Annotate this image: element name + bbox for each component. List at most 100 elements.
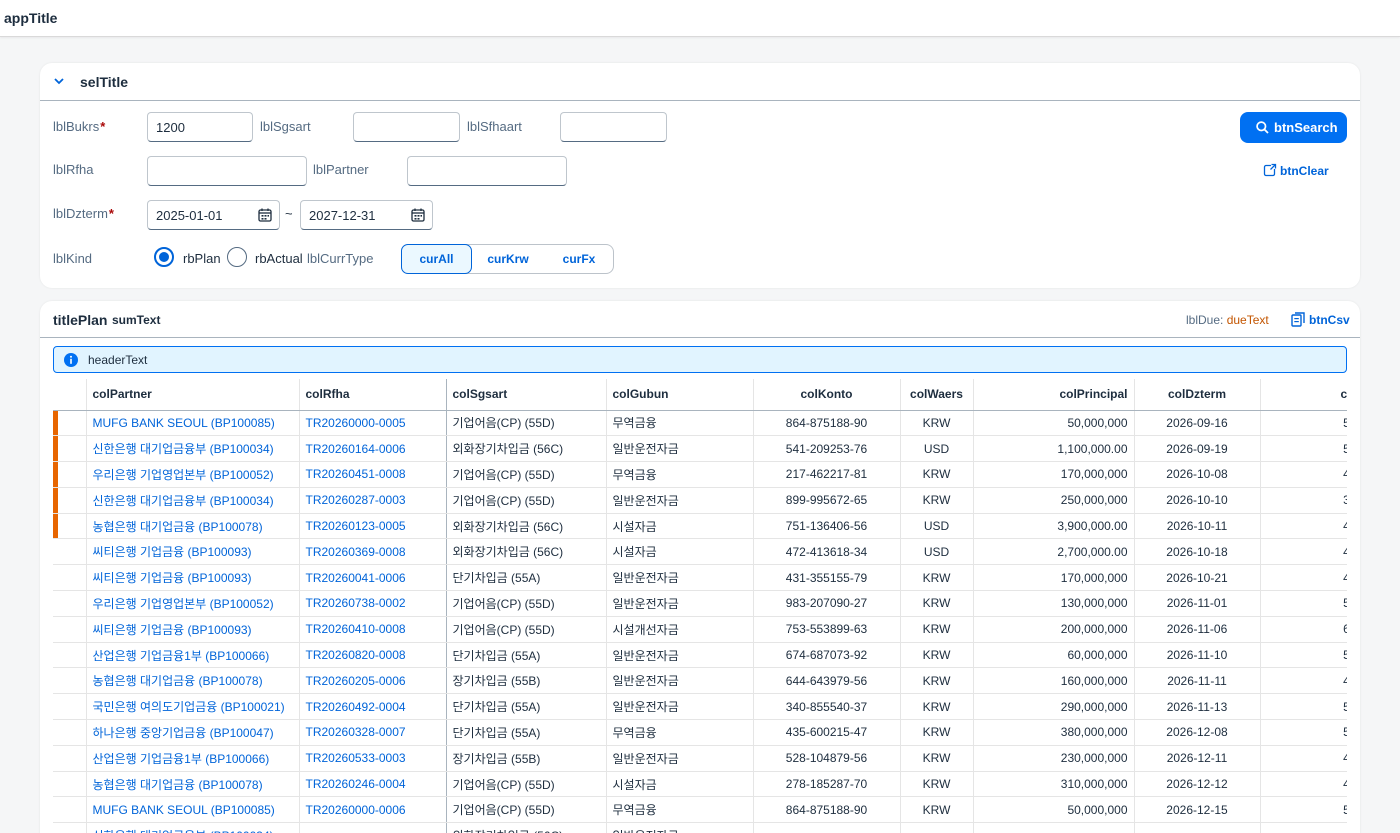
partner-link[interactable]: 우리은행 기업영업본부 (BP100052): [86, 461, 300, 488]
table-row[interactable]: 씨티은행 기업금융 (BP100093) TR20260041-0006 단기차입금…: [53, 564, 1347, 592]
row-marker: [53, 667, 87, 695]
partner-link[interactable]: MUFG BANK SEOUL (BP100085): [86, 796, 300, 824]
sgsart-field[interactable]: [353, 112, 460, 142]
table-row[interactable]: 농협은행 대기업금융 (BP100078) TR20260123-0005 외화장기…: [53, 513, 1347, 540]
column-header[interactable]: colWaers: [900, 379, 974, 411]
clear-button[interactable]: btnClear: [1261, 159, 1347, 183]
rate-cell: 4.77: [1260, 667, 1347, 695]
segment-cur-krw[interactable]: curKrw: [472, 245, 544, 273]
dzterm-cell: 2026-11-01: [1134, 590, 1261, 617]
radio-plan[interactable]: [154, 247, 174, 267]
rfha-link[interactable]: TR20260041-0006: [299, 564, 447, 592]
rfha-link[interactable]: TR20260287-0003: [299, 487, 447, 514]
rfha-link[interactable]: TR20260451-0008: [299, 461, 447, 488]
rfha-link[interactable]: TR20260820-0008: [299, 642, 447, 669]
partner-link[interactable]: 하나은행 중앙기업금융 (BP100047): [86, 719, 300, 746]
column-header[interactable]: colR: [1260, 379, 1347, 411]
partner-link[interactable]: 농협은행 대기업금융 (BP100078): [86, 667, 300, 695]
result-table: colPartner colRfha colSgsart colGubun co…: [53, 379, 1347, 833]
partner-link[interactable]: 산업은행 기업금융1부 (BP100066): [86, 745, 300, 772]
rfha-link[interactable]: TR20260123-0005: [299, 513, 447, 540]
radio-actual[interactable]: [227, 247, 247, 267]
table-row[interactable]: 산업은행 기업금융1부 (BP100066) TR20260820-0008 단기차…: [53, 642, 1347, 669]
column-header[interactable]: colKonto: [753, 379, 901, 411]
rate-cell: 4.38: [1260, 745, 1347, 772]
rfha-link[interactable]: TR20260533-0003: [299, 745, 447, 772]
partner-field[interactable]: [407, 156, 567, 186]
rfha-link[interactable]: TR20260410-0008: [299, 616, 447, 643]
search-button[interactable]: btnSearch: [1240, 112, 1347, 143]
dzterm-from-field[interactable]: 2025-01-01: [147, 200, 280, 230]
rfha-link[interactable]: TR20260492-0004: [299, 693, 447, 721]
partner-link[interactable]: 국민은행 여의도기업금융 (BP100021): [86, 693, 300, 721]
clear-button-label: btnClear: [1280, 164, 1329, 178]
rfha-link[interactable]: TR20260738-0002: [299, 590, 447, 617]
table-row[interactable]: 산업은행 기업금융1부 (BP100066) TR20260533-0003 장기차…: [53, 745, 1347, 772]
table-row[interactable]: MUFG BANK SEOUL (BP100085) TR20260000-000…: [53, 410, 1347, 437]
sgsart-cell: 기업어음(CP) (55D): [446, 461, 607, 488]
table-row[interactable]: 씨티은행 기업금융 (BP100093) TR20260369-0008 외화장기차…: [53, 538, 1347, 566]
partner-link[interactable]: 씨티은행 기업금융 (BP100093): [86, 538, 300, 566]
table-row[interactable]: 농협은행 대기업금융 (BP100078) TR20260246-0004 기업어음…: [53, 771, 1347, 798]
rfha-link[interactable]: TR20260369-0008: [299, 538, 447, 566]
table-row[interactable]: 국민은행 여의도기업금융 (BP100021) TR20260492-0004 단기…: [53, 693, 1347, 721]
table-row[interactable]: 우리은행 기업영업본부 (BP100052) TR20260451-0008 기업어…: [53, 461, 1347, 488]
partner-link[interactable]: 씨티은행 기업금융 (BP100093): [86, 564, 300, 592]
table-row[interactable]: 농협은행 대기업금융 (BP100078) TR20260205-0006 장기차입…: [53, 667, 1347, 695]
column-header[interactable]: colDzterm: [1134, 379, 1261, 411]
partner-link[interactable]: 신한은행 대기업금융부 (BP100034): [86, 822, 300, 833]
rfha-link[interactable]: [299, 822, 447, 833]
table-row[interactable]: 우리은행 기업영업본부 (BP100052) TR20260738-0002 기업어…: [53, 590, 1347, 617]
radio-plan-label[interactable]: rbPlan: [183, 251, 221, 266]
rate-cell: 4.32: [1260, 538, 1347, 566]
partner-link[interactable]: MUFG BANK SEOUL (BP100085): [86, 410, 300, 437]
selection-panel-header[interactable]: selTitle: [40, 63, 1360, 101]
rfha-field[interactable]: [147, 156, 307, 186]
due-label: lblDue:: [1186, 313, 1224, 327]
rfha-link[interactable]: TR20260000-0005: [299, 410, 447, 437]
row-marker: [53, 564, 87, 592]
column-header[interactable]: colGubun: [606, 379, 754, 411]
partner-link[interactable]: 우리은행 기업영업본부 (BP100052): [86, 590, 300, 617]
table-row[interactable]: 씨티은행 기업금융 (BP100093) TR20260410-0008 기업어음(…: [53, 616, 1347, 643]
column-header[interactable]: colPrincipal: [973, 379, 1135, 411]
konto-cell: [753, 822, 901, 833]
table-row[interactable]: 하나은행 중앙기업금융 (BP100047) TR20260328-0007 단기차…: [53, 719, 1347, 746]
table-row[interactable]: MUFG BANK SEOUL (BP100085) TR20260000-000…: [53, 796, 1347, 824]
column-header[interactable]: colRfha: [299, 379, 447, 411]
table-row[interactable]: 신한은행 대기업금융부 (BP100034) 외화장기차입금 (56C)일반운전자…: [53, 822, 1347, 833]
sfhaart-field[interactable]: [560, 112, 667, 142]
radio-actual-label[interactable]: rbActual: [255, 251, 303, 266]
konto-cell: 541-209253-76: [753, 435, 901, 463]
rfha-link[interactable]: TR20260205-0006: [299, 667, 447, 695]
rfha-link[interactable]: TR20260328-0007: [299, 719, 447, 746]
dzterm-cell: 2026-11-06: [1134, 616, 1261, 643]
rfha-link[interactable]: TR20260000-0006: [299, 796, 447, 824]
partner-link[interactable]: 씨티은행 기업금융 (BP100093): [86, 616, 300, 643]
partner-link[interactable]: 농협은행 대기업금융 (BP100078): [86, 771, 300, 798]
chevron-down-icon[interactable]: [52, 74, 66, 88]
bukrs-field[interactable]: 1200: [147, 112, 253, 142]
partner-link[interactable]: 농협은행 대기업금융 (BP100078): [86, 513, 300, 540]
table-row[interactable]: 신한은행 대기업금융부 (BP100034) TR20260287-0003 기업어…: [53, 487, 1347, 514]
partner-link[interactable]: 산업은행 기업금융1부 (BP100066): [86, 642, 300, 669]
rfha-link[interactable]: TR20260164-0006: [299, 435, 447, 463]
partner-link[interactable]: 신한은행 대기업금융부 (BP100034): [86, 487, 300, 514]
waers-cell: KRW: [900, 771, 974, 798]
dzterm-cell: 2026-12-08: [1134, 719, 1261, 746]
calendar-icon[interactable]: [410, 207, 426, 223]
waers-cell: USD: [900, 513, 974, 540]
segment-cur-fx[interactable]: curFx: [544, 245, 614, 273]
search-icon: [1256, 121, 1269, 134]
dzterm-to-field[interactable]: 2027-12-31: [300, 200, 433, 230]
partner-link[interactable]: 신한은행 대기업금융부 (BP100034): [86, 435, 300, 463]
dzterm-cell: 2026-10-21: [1134, 564, 1261, 592]
app-title: appTitle: [4, 10, 58, 26]
column-header[interactable]: colSgsart: [446, 379, 607, 411]
column-header[interactable]: colPartner: [86, 379, 300, 411]
result-sum: sumText: [112, 313, 161, 327]
calendar-icon[interactable]: [257, 207, 273, 223]
segment-cur-all[interactable]: curAll: [401, 244, 472, 274]
table-row[interactable]: 신한은행 대기업금융부 (BP100034) TR20260164-0006 외화장…: [53, 435, 1347, 463]
rfha-link[interactable]: TR20260246-0004: [299, 771, 447, 798]
